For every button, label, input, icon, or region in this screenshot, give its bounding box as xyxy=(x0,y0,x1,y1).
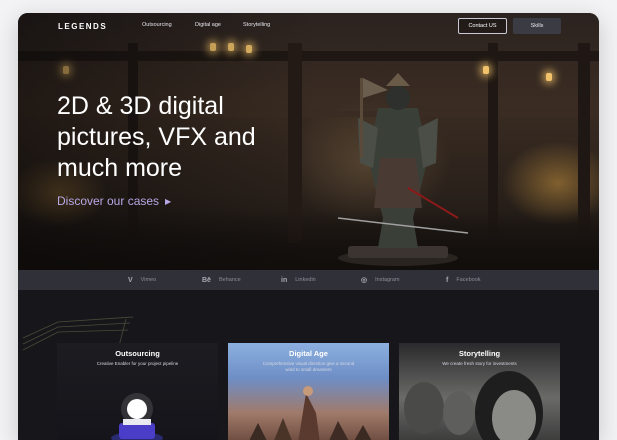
samurai-figure xyxy=(337,73,469,266)
card-subtitle: Comprehensive visual direction give a se… xyxy=(262,361,355,372)
social-label-linkedin: Linkedin xyxy=(295,277,316,283)
skills-button[interactable]: Skills xyxy=(513,18,561,34)
portrait-illustration xyxy=(404,371,543,440)
card-title: Outsourcing xyxy=(115,349,160,358)
hero-section: LEGENDS Outsourcing Digital age Storytel… xyxy=(18,13,599,270)
top-navigation: LEGENDS Outsourcing Digital age Storytel… xyxy=(18,13,599,41)
glowing-orb-icon xyxy=(111,393,163,440)
card-title: Digital Age xyxy=(289,349,328,358)
contact-us-button[interactable]: Contact US xyxy=(458,18,507,34)
card-storytelling[interactable]: Storytelling We create fresh story for i… xyxy=(399,343,560,440)
page-frame: LEGENDS Outsourcing Digital age Storytel… xyxy=(18,13,599,440)
facebook-icon: f xyxy=(446,276,449,284)
discover-cases-label: Discover our cases xyxy=(57,194,160,208)
social-links-bar: V Vimeo Bē Behance in Linkedin ◎ Instagr… xyxy=(18,270,599,290)
nav-link-digital-age[interactable]: Digital age xyxy=(195,22,221,28)
nav-link-outsourcing[interactable]: Outsourcing xyxy=(142,22,172,28)
discover-cases-link[interactable]: Discover our cases ▶ xyxy=(57,194,171,208)
social-label-behance: Behance xyxy=(218,277,241,283)
social-link-facebook[interactable]: f Facebook xyxy=(446,270,481,290)
logo[interactable]: LEGENDS xyxy=(58,22,107,31)
vimeo-icon: V xyxy=(128,276,133,284)
card-subtitle: We create fresh story for investments xyxy=(442,361,517,366)
social-link-linkedin[interactable]: in Linkedin xyxy=(281,270,316,290)
social-link-behance[interactable]: Bē Behance xyxy=(202,270,241,290)
decorative-lines xyxy=(22,316,134,350)
card-outsourcing[interactable]: Outsourcing Creative Enabler for your pr… xyxy=(57,343,218,440)
card-subtitle: Creative Enabler for your project pipeli… xyxy=(96,361,179,366)
social-label-vimeo: Vimeo xyxy=(140,277,157,283)
hero-headline: 2D & 3D digital pictures, VFX and much m… xyxy=(57,92,256,182)
social-label-facebook: Facebook xyxy=(456,277,481,283)
social-link-vimeo[interactable]: V Vimeo xyxy=(128,270,156,290)
linkedin-icon: in xyxy=(281,276,288,284)
social-link-instagram[interactable]: ◎ Instagram xyxy=(361,270,400,290)
services-section: Outsourcing Creative Enabler for your pr… xyxy=(18,290,599,440)
instagram-icon: ◎ xyxy=(361,277,368,284)
arrow-right-icon: ▶ xyxy=(165,196,172,206)
nav-link-storytelling[interactable]: Storytelling xyxy=(243,22,270,28)
card-digital-age[interactable]: Digital Age Comprehensive visual directi… xyxy=(228,343,389,440)
card-title: Storytelling xyxy=(458,349,501,358)
behance-icon: Bē xyxy=(202,276,211,284)
social-label-instagram: Instagram xyxy=(375,277,400,283)
riders-illustration xyxy=(249,386,372,440)
